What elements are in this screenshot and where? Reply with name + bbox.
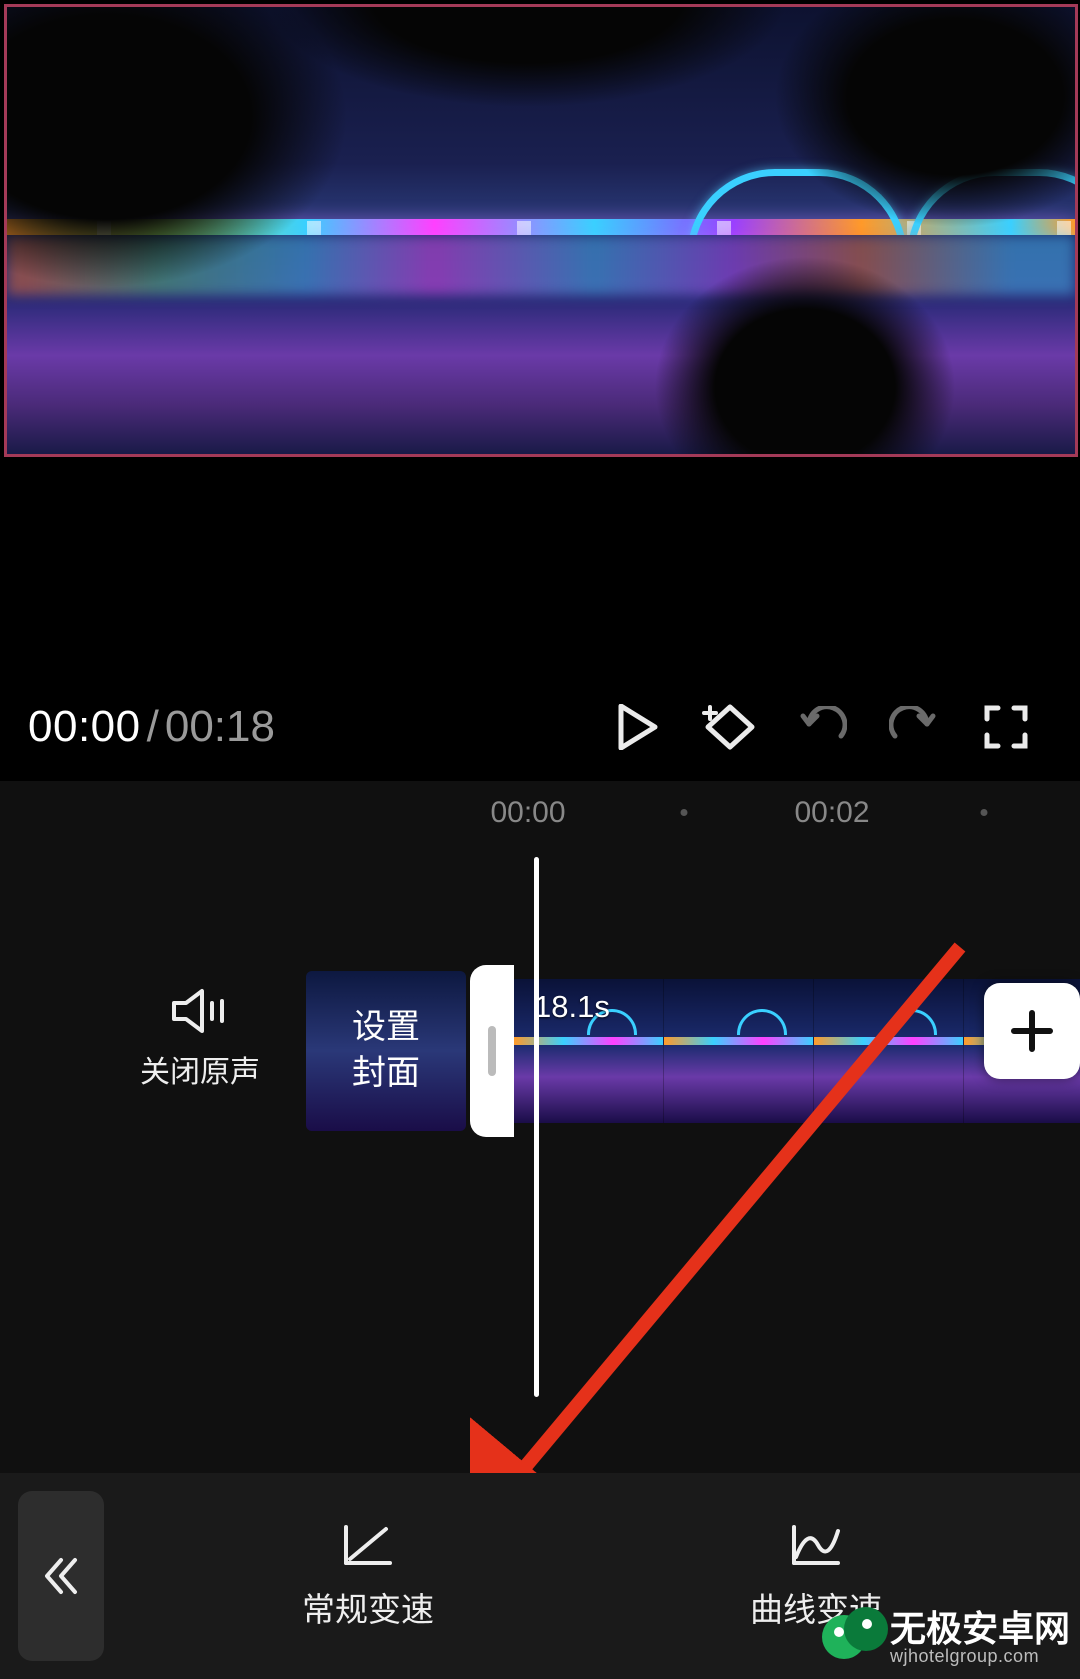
timeline-ruler: 00:00 00:02 — [0, 781, 1080, 863]
mute-audio-label: 关闭原声 — [100, 1047, 300, 1091]
tool-normal-speed-label: 常规变速 — [302, 1583, 434, 1631]
normal-speed-icon — [340, 1521, 396, 1569]
undo-icon — [797, 706, 847, 748]
timecode-current: 00:00 — [28, 702, 141, 752]
ruler-label: 00:02 — [794, 796, 869, 830]
ruler-dot — [681, 809, 688, 816]
ruler-dot — [981, 809, 988, 816]
chevron-double-left-icon — [39, 1554, 83, 1598]
clip-trim-handle-left[interactable] — [470, 965, 514, 1137]
clip-duration-label: 18.1s — [534, 989, 610, 1025]
fullscreen-icon — [984, 705, 1028, 749]
keyframe-add-icon — [700, 701, 760, 753]
curve-speed-icon — [788, 1521, 844, 1569]
tool-normal-speed[interactable]: 常规变速 — [302, 1521, 434, 1631]
add-clip-button[interactable] — [984, 983, 1080, 1079]
keyframe-button[interactable] — [684, 687, 776, 767]
plus-icon — [1010, 1009, 1054, 1053]
set-cover-label: 设置 封面 — [352, 1005, 420, 1097]
set-cover-button[interactable]: 设置 封面 — [306, 971, 466, 1131]
mute-audio-toggle[interactable]: 关闭原声 — [100, 987, 300, 1091]
redo-icon — [889, 706, 939, 748]
undo-button[interactable] — [776, 687, 868, 767]
ruler-label: 00:00 — [490, 796, 565, 830]
toolbar-back-button[interactable] — [18, 1491, 104, 1661]
speaker-icon — [170, 987, 230, 1035]
tool-curve-speed-label: 曲线变速 — [750, 1583, 882, 1631]
fullscreen-button[interactable] — [960, 687, 1052, 767]
player-controls-bar: 00:00 / 00:18 — [0, 673, 1080, 781]
timecode-total: 00:18 — [165, 702, 275, 752]
speed-toolbar: 常规变速 曲线变速 — [0, 1473, 1080, 1679]
timeline[interactable]: 00:00 00:02 关闭原声 设置 封面 — [0, 781, 1080, 1473]
playhead[interactable] — [534, 857, 539, 1397]
tool-curve-speed[interactable]: 曲线变速 — [750, 1521, 882, 1631]
play-icon — [617, 704, 659, 750]
redo-button[interactable] — [868, 687, 960, 767]
play-button[interactable] — [592, 687, 684, 767]
video-preview[interactable] — [4, 4, 1078, 457]
timecode-separator: / — [141, 702, 165, 752]
